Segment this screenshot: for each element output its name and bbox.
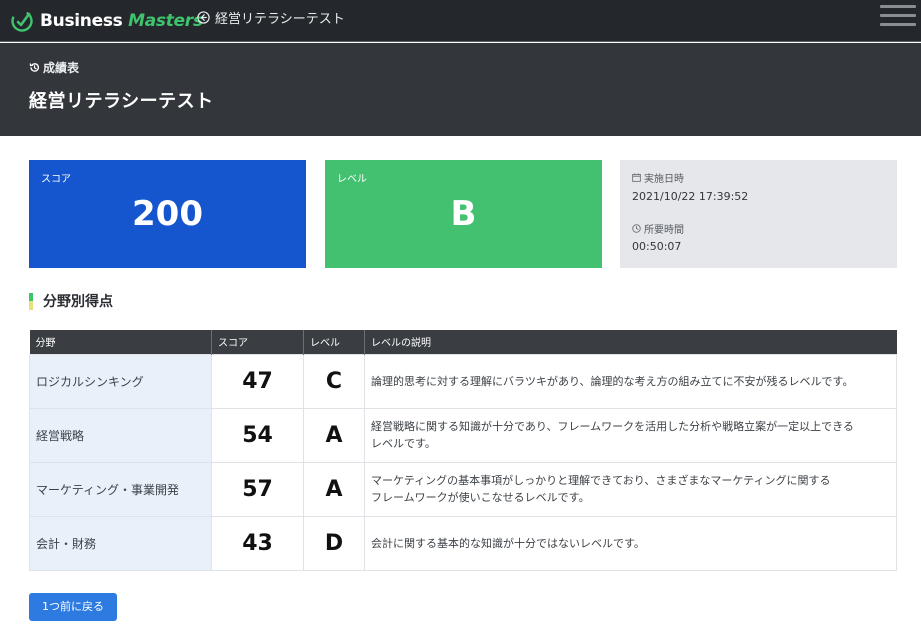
nav-back-link[interactable]: 経営リテラシーテスト <box>197 8 345 27</box>
score-cell: 54 <box>211 407 304 463</box>
table-header-row: 分野 スコア レベル レベルの説明 <box>29 330 897 354</box>
brand-logo-icon <box>11 10 33 32</box>
calendar-icon <box>632 173 641 182</box>
exam-info-card: 実施日時 2021/10/22 17:39:52 所要時間 00:50:07 <box>620 160 897 268</box>
page-title: 経営リテラシーテスト <box>29 91 214 112</box>
description-line-2: レベルです。 <box>371 437 436 450</box>
back-button[interactable]: 1つ前に戻る <box>29 593 117 621</box>
description-cell: 論理的思考に対する理解にバラツキがあり、論理的な考え方の組み立てに不安が残るレベ… <box>364 353 897 409</box>
level-cell: C <box>303 353 365 409</box>
level-card-value: B <box>450 194 477 234</box>
nav-back-label: 経営リテラシーテスト <box>215 11 345 27</box>
column-header-score: スコア <box>211 330 304 354</box>
score-cell: 47 <box>211 353 304 409</box>
table-row: 会計・財務 43 D 会計に関する基本的な知識が十分ではないレベルです。 <box>29 515 897 571</box>
date-value: 2021/10/22 17:39:52 <box>632 190 749 203</box>
level-card: レベル B <box>325 160 602 268</box>
clock-icon <box>632 224 641 233</box>
field-cell: 会計・財務 <box>29 515 212 571</box>
section-title-label: 分野別得点 <box>43 294 113 310</box>
score-cell: 43 <box>211 515 304 571</box>
brand-name-part2: Masters <box>128 11 203 31</box>
breadcrumb-label: 成績表 <box>43 61 80 75</box>
field-cell: 経営戦略 <box>29 407 212 463</box>
score-card: スコア 200 <box>29 160 306 268</box>
description-line-1: 会計に関する基本的な知識が十分ではないレベルです。 <box>371 536 645 550</box>
breadcrumb[interactable]: 成績表 <box>29 59 79 76</box>
brand[interactable]: Business Masters <box>10 7 203 35</box>
level-cell: D <box>303 515 365 571</box>
level-cell: A <box>303 407 365 463</box>
score-card-value: 200 <box>132 194 203 234</box>
level-card-label: レベル <box>337 174 367 185</box>
description-line-2: フレームワークが使いこなせるレベルです。 <box>371 491 590 504</box>
brand-name: Business Masters <box>40 11 203 31</box>
description-line-1: マーケティングの基本事項がしっかりと理解できており、さまざまなマーケティングに関… <box>371 474 831 487</box>
field-cell: マーケティング・事業開発 <box>29 461 212 517</box>
column-header-level: レベル <box>303 330 365 354</box>
section-title: 分野別得点 <box>29 292 113 310</box>
description-line-1: 論理的思考に対する理解にバラツキがあり、論理的な考え方の組み立てに不安が残るレベ… <box>371 374 854 388</box>
table-row: マーケティング・事業開発 57 A マーケティングの基本事項がしっかりと理解でき… <box>29 461 897 517</box>
field-score-table: 分野 スコア レベル レベルの説明 ロジカルシンキング 47 C 論理的思考に対… <box>29 330 897 571</box>
history-icon <box>29 63 39 72</box>
hamburger-icon[interactable] <box>878 5 916 27</box>
duration-label: 所要時間 <box>644 225 684 236</box>
date-row: 実施日時 <box>632 170 684 185</box>
duration-value: 00:50:07 <box>632 240 682 253</box>
table-row: ロジカルシンキング 47 C 論理的思考に対する理解にバラツキがあり、論理的な考… <box>29 353 897 409</box>
column-header-field: 分野 <box>29 330 212 354</box>
duration-row: 所要時間 <box>632 221 684 236</box>
section-accent-bar <box>29 292 33 310</box>
description-cell: 会計に関する基本的な知識が十分ではないレベルです。 <box>364 515 897 571</box>
table-row: 経営戦略 54 A 経営戦略に関する知識が十分であり、フレームワークを活用した分… <box>29 407 897 463</box>
score-card-label: スコア <box>41 174 71 185</box>
level-cell: A <box>303 461 365 517</box>
description-cell: 経営戦略に関する知識が十分であり、フレームワークを活用した分析や戦略立案が一定以… <box>364 407 897 463</box>
top-navbar: Business Masters 経営リテラシーテスト <box>0 0 921 42</box>
score-cell: 57 <box>211 461 304 517</box>
column-header-description: レベルの説明 <box>364 330 897 354</box>
brand-name-part1: Business <box>40 11 129 31</box>
description-line-1: 経営戦略に関する知識が十分であり、フレームワークを活用した分析や戦略立案が一定以… <box>371 420 854 433</box>
date-label: 実施日時 <box>644 174 684 185</box>
circle-arrow-left-icon <box>197 10 210 24</box>
field-cell: ロジカルシンキング <box>29 353 212 409</box>
description-cell: マーケティングの基本事項がしっかりと理解できており、さまざまなマーケティングに関… <box>364 461 897 517</box>
